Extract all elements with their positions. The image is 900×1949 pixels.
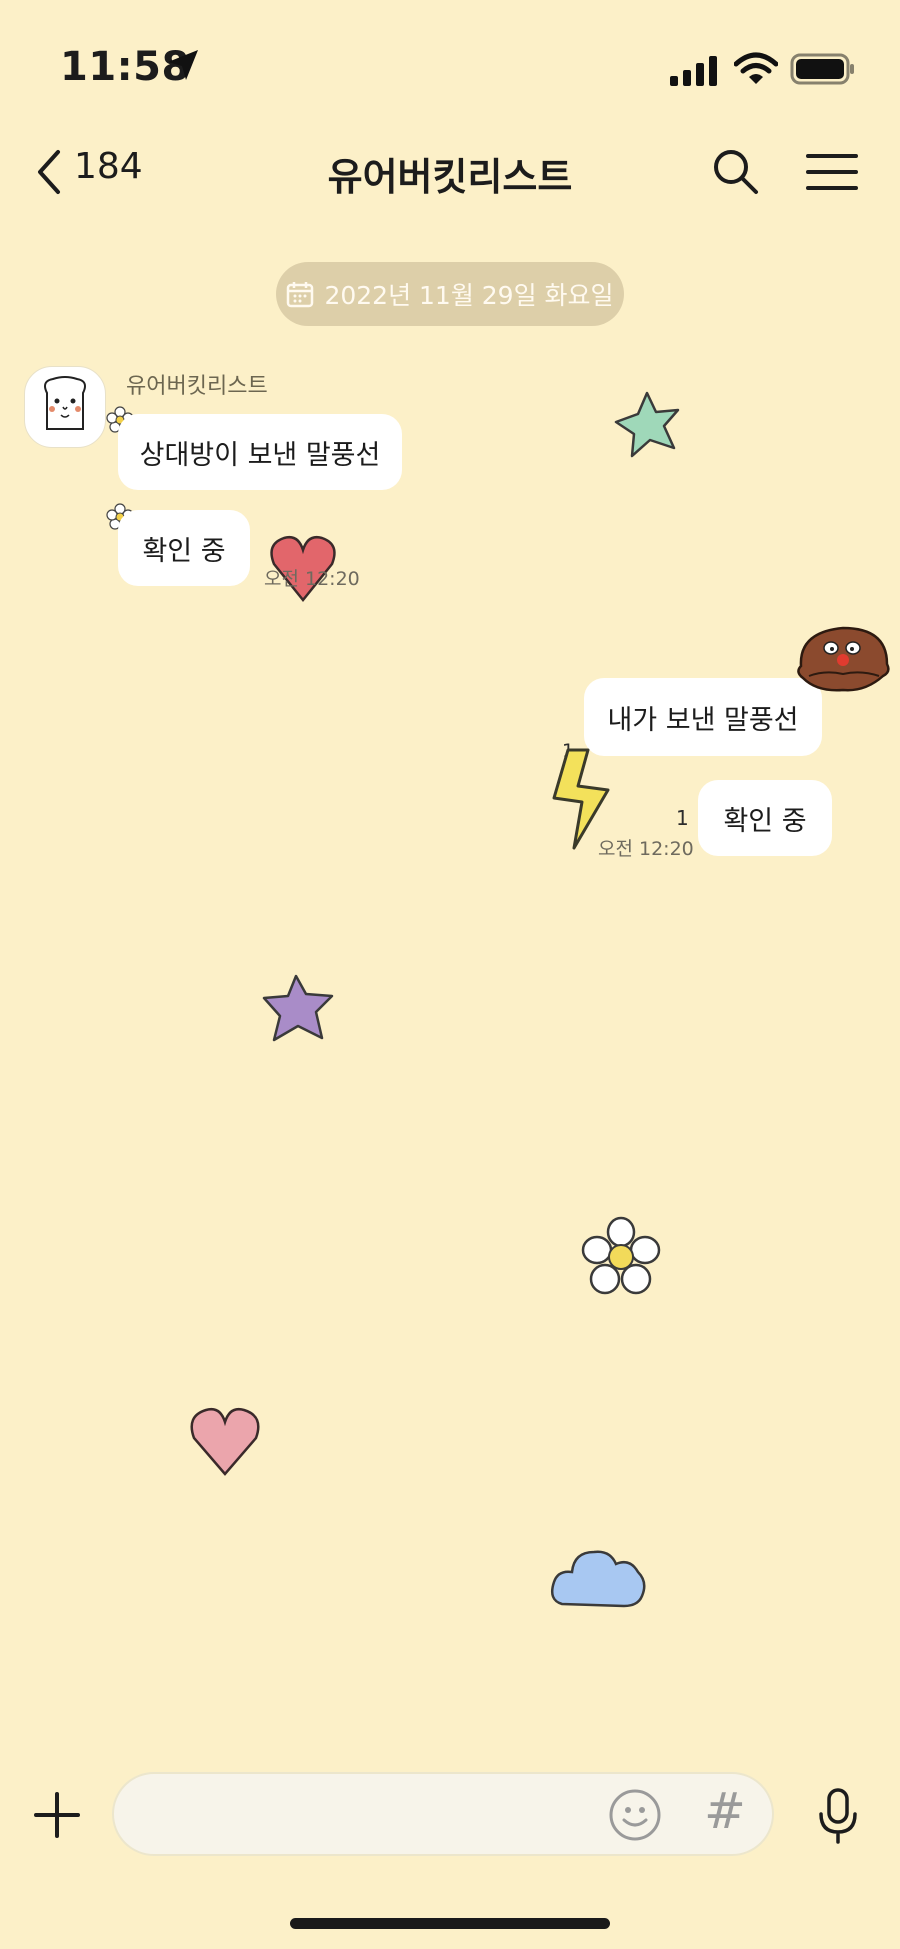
chat-room-title: 유어버킷리스트 [327, 155, 573, 199]
message-input-field[interactable] [112, 1772, 774, 1856]
date-separator: 2022년 11월 29일 화요일 [276, 262, 624, 326]
message-text: 상대방이 보낸 말풍선 [139, 439, 381, 471]
outgoing-message-bubble[interactable]: 내가 보낸 말풍선 [584, 678, 822, 756]
mint-star-sticker [614, 391, 680, 458]
battery-icon [790, 53, 854, 85]
incoming-message-bubble[interactable]: 확인 중 [118, 510, 250, 586]
location-arrow-icon [168, 50, 198, 80]
sender-name: 유어버킷리스트 [126, 374, 268, 399]
wifi-icon [734, 52, 778, 84]
message-text: 확인 중 [142, 535, 226, 567]
message-input[interactable] [142, 1774, 586, 1856]
plus-icon[interactable] [34, 1792, 80, 1838]
microphone-icon[interactable] [818, 1788, 858, 1844]
unread-chat-count[interactable]: 184 [74, 146, 143, 187]
home-indicator [290, 1918, 610, 1929]
unread-count: 1 [676, 806, 689, 830]
cookie-character-sticker [797, 626, 890, 692]
message-text: 확인 중 [723, 805, 807, 837]
purple-star-sticker [262, 974, 334, 1042]
bread-character-icon [44, 376, 86, 430]
pink-heart-sticker [190, 1408, 260, 1476]
back-chevron-icon[interactable] [34, 148, 64, 196]
cellular-signal-icon [670, 56, 717, 86]
emoji-icon[interactable] [608, 1788, 662, 1842]
search-icon[interactable] [712, 148, 760, 196]
message-timestamp: 오전 12:20 [264, 568, 360, 590]
menu-icon[interactable] [806, 152, 858, 192]
message-text: 내가 보낸 말풍선 [607, 704, 799, 736]
hashtag-button[interactable]: # [704, 1782, 746, 1840]
date-text: 2022년 11월 29일 화요일 [324, 281, 614, 310]
daisy-flower-sticker [581, 1216, 661, 1295]
blue-cloud-sticker [551, 1550, 646, 1608]
incoming-message-bubble[interactable]: 상대방이 보낸 말풍선 [118, 414, 402, 490]
avatar[interactable] [24, 366, 106, 448]
message-timestamp: 오전 12:20 [598, 838, 694, 860]
calendar-icon [287, 282, 314, 308]
outgoing-message-bubble[interactable]: 확인 중 [698, 780, 832, 856]
